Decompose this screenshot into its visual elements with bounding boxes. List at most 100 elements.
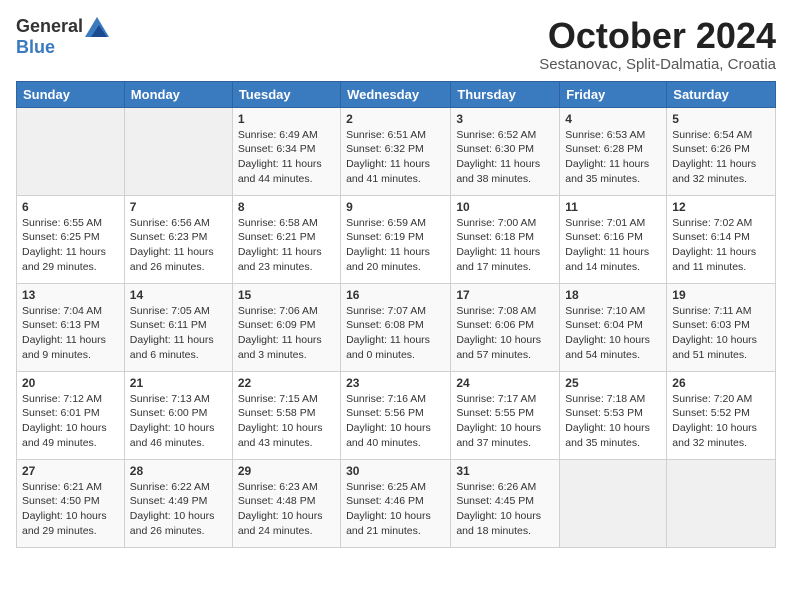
week-row-2: 6 Sunrise: 6:55 AMSunset: 6:25 PMDaylight… xyxy=(17,195,776,283)
day-number: 6 xyxy=(22,200,119,214)
col-monday: Monday xyxy=(124,81,232,107)
day-number: 20 xyxy=(22,376,119,390)
day-cell-4-2: 29 Sunrise: 6:23 AMSunset: 4:48 PMDayligh… xyxy=(232,459,340,547)
month-title: October 2024 xyxy=(539,16,776,56)
day-cell-0-6: 5 Sunrise: 6:54 AMSunset: 6:26 PMDaylight… xyxy=(667,107,776,195)
day-info: Sunrise: 7:10 AMSunset: 6:04 PMDaylight:… xyxy=(565,304,661,363)
day-cell-1-1: 7Sunrise: 6:56 AMSunset: 6:23 PMDaylight… xyxy=(124,195,232,283)
day-cell-2-1: 14 Sunrise: 7:05 AMSunset: 6:11 PMDayligh… xyxy=(124,283,232,371)
day-cell-4-1: 28Sunrise: 6:22 AMSunset: 4:49 PMDayligh… xyxy=(124,459,232,547)
day-cell-1-4: 10 Sunrise: 7:00 AMSunset: 6:18 PMDayligh… xyxy=(451,195,560,283)
day-cell-3-4: 24 Sunrise: 7:17 AMSunset: 5:55 PMDayligh… xyxy=(451,371,560,459)
day-info: Sunrise: 7:13 AMSunset: 6:00 PMDaylight:… xyxy=(130,392,227,451)
day-number: 4 xyxy=(565,112,661,126)
day-cell-3-0: 20 Sunrise: 7:12 AMSunset: 6:01 PMDayligh… xyxy=(17,371,125,459)
day-number: 22 xyxy=(238,376,335,390)
day-info: Sunrise: 7:20 AMSunset: 5:52 PMDaylight:… xyxy=(672,392,770,451)
day-info: Sunrise: 7:05 AMSunset: 6:11 PMDaylight:… xyxy=(130,304,227,363)
day-cell-0-4: 3Sunrise: 6:52 AMSunset: 6:30 PMDaylight… xyxy=(451,107,560,195)
day-number: 21 xyxy=(130,376,227,390)
logo-icon xyxy=(85,17,109,37)
day-cell-3-3: 23 Sunrise: 7:16 AMSunset: 5:56 PMDayligh… xyxy=(341,371,451,459)
day-info: Sunrise: 7:18 AMSunset: 5:53 PMDaylight:… xyxy=(565,392,661,451)
day-info: Sunrise: 6:55 AMSunset: 6:25 PMDaylight:… xyxy=(22,216,119,275)
day-cell-2-2: 15Sunrise: 7:06 AMSunset: 6:09 PMDayligh… xyxy=(232,283,340,371)
day-number: 3 xyxy=(456,112,554,126)
day-number: 11 xyxy=(565,200,661,214)
col-saturday: Saturday xyxy=(667,81,776,107)
day-number: 2 xyxy=(346,112,445,126)
col-tuesday: Tuesday xyxy=(232,81,340,107)
day-info: Sunrise: 7:04 AMSunset: 6:13 PMDaylight:… xyxy=(22,304,119,363)
day-info: Sunrise: 7:02 AMSunset: 6:14 PMDaylight:… xyxy=(672,216,770,275)
header: General Blue October 2024 Sestanovac, Sp… xyxy=(16,16,776,73)
day-number: 12 xyxy=(672,200,770,214)
week-row-4: 20 Sunrise: 7:12 AMSunset: 6:01 PMDayligh… xyxy=(17,371,776,459)
calendar-table: Sunday Monday Tuesday Wednesday Thursday… xyxy=(16,81,776,548)
day-cell-4-0: 27 Sunrise: 6:21 AMSunset: 4:50 PMDayligh… xyxy=(17,459,125,547)
location: Sestanovac, Split-Dalmatia, Croatia xyxy=(539,56,776,73)
col-friday: Friday xyxy=(560,81,667,107)
logo-blue-text: Blue xyxy=(16,37,55,58)
day-cell-1-5: 11 Sunrise: 7:01 AMSunset: 6:16 PMDayligh… xyxy=(560,195,667,283)
day-cell-3-2: 22 Sunrise: 7:15 AMSunset: 5:58 PMDayligh… xyxy=(232,371,340,459)
day-cell-0-0 xyxy=(17,107,125,195)
day-info: Sunrise: 7:07 AMSunset: 6:08 PMDaylight:… xyxy=(346,304,445,363)
day-number: 31 xyxy=(456,464,554,478)
day-info: Sunrise: 7:16 AMSunset: 5:56 PMDaylight:… xyxy=(346,392,445,451)
day-info: Sunrise: 6:58 AMSunset: 6:21 PMDaylight:… xyxy=(238,216,335,275)
col-wednesday: Wednesday xyxy=(341,81,451,107)
day-cell-2-4: 17Sunrise: 7:08 AMSunset: 6:06 PMDayligh… xyxy=(451,283,560,371)
day-info: Sunrise: 7:11 AMSunset: 6:03 PMDaylight:… xyxy=(672,304,770,363)
day-number: 29 xyxy=(238,464,335,478)
day-info: Sunrise: 6:22 AMSunset: 4:49 PMDaylight:… xyxy=(130,480,227,539)
day-info: Sunrise: 6:21 AMSunset: 4:50 PMDaylight:… xyxy=(22,480,119,539)
day-info: Sunrise: 7:15 AMSunset: 5:58 PMDaylight:… xyxy=(238,392,335,451)
day-info: Sunrise: 7:00 AMSunset: 6:18 PMDaylight:… xyxy=(456,216,554,275)
day-cell-4-3: 30Sunrise: 6:25 AMSunset: 4:46 PMDayligh… xyxy=(341,459,451,547)
day-cell-2-3: 16 Sunrise: 7:07 AMSunset: 6:08 PMDayligh… xyxy=(341,283,451,371)
day-number: 14 xyxy=(130,288,227,302)
day-cell-0-2: 1Sunrise: 6:49 AMSunset: 6:34 PMDaylight… xyxy=(232,107,340,195)
logo-general-text: General xyxy=(16,16,83,37)
day-cell-1-6: 12 Sunrise: 7:02 AMSunset: 6:14 PMDayligh… xyxy=(667,195,776,283)
day-number: 9 xyxy=(346,200,445,214)
day-number: 19 xyxy=(672,288,770,302)
day-cell-1-0: 6 Sunrise: 6:55 AMSunset: 6:25 PMDaylight… xyxy=(17,195,125,283)
day-number: 1 xyxy=(238,112,335,126)
day-cell-0-3: 2Sunrise: 6:51 AMSunset: 6:32 PMDaylight… xyxy=(341,107,451,195)
day-cell-3-5: 25 Sunrise: 7:18 AMSunset: 5:53 PMDayligh… xyxy=(560,371,667,459)
logo: General Blue xyxy=(16,16,109,58)
day-number: 16 xyxy=(346,288,445,302)
calendar-container: General Blue October 2024 Sestanovac, Sp… xyxy=(0,0,792,558)
day-cell-3-6: 26Sunrise: 7:20 AMSunset: 5:52 PMDayligh… xyxy=(667,371,776,459)
day-info: Sunrise: 7:12 AMSunset: 6:01 PMDaylight:… xyxy=(22,392,119,451)
day-number: 8 xyxy=(238,200,335,214)
day-number: 23 xyxy=(346,376,445,390)
day-number: 18 xyxy=(565,288,661,302)
day-info: Sunrise: 6:26 AMSunset: 4:45 PMDaylight:… xyxy=(456,480,554,539)
day-cell-0-5: 4Sunrise: 6:53 AMSunset: 6:28 PMDaylight… xyxy=(560,107,667,195)
day-cell-1-3: 9Sunrise: 6:59 AMSunset: 6:19 PMDaylight… xyxy=(341,195,451,283)
day-number: 5 xyxy=(672,112,770,126)
day-cell-4-5 xyxy=(560,459,667,547)
day-number: 17 xyxy=(456,288,554,302)
day-cell-2-5: 18 Sunrise: 7:10 AMSunset: 6:04 PMDayligh… xyxy=(560,283,667,371)
col-sunday: Sunday xyxy=(17,81,125,107)
day-cell-4-4: 31 Sunrise: 6:26 AMSunset: 4:45 PMDayligh… xyxy=(451,459,560,547)
day-info: Sunrise: 6:23 AMSunset: 4:48 PMDaylight:… xyxy=(238,480,335,539)
day-number: 25 xyxy=(565,376,661,390)
day-cell-4-6 xyxy=(667,459,776,547)
day-info: Sunrise: 6:54 AMSunset: 6:26 PMDaylight:… xyxy=(672,128,770,187)
day-cell-2-6: 19 Sunrise: 7:11 AMSunset: 6:03 PMDayligh… xyxy=(667,283,776,371)
day-number: 27 xyxy=(22,464,119,478)
day-info: Sunrise: 7:01 AMSunset: 6:16 PMDaylight:… xyxy=(565,216,661,275)
day-number: 10 xyxy=(456,200,554,214)
day-info: Sunrise: 6:25 AMSunset: 4:46 PMDaylight:… xyxy=(346,480,445,539)
day-number: 24 xyxy=(456,376,554,390)
day-cell-2-0: 13Sunrise: 7:04 AMSunset: 6:13 PMDayligh… xyxy=(17,283,125,371)
week-row-3: 13Sunrise: 7:04 AMSunset: 6:13 PMDayligh… xyxy=(17,283,776,371)
day-info: Sunrise: 7:17 AMSunset: 5:55 PMDaylight:… xyxy=(456,392,554,451)
day-info: Sunrise: 7:06 AMSunset: 6:09 PMDaylight:… xyxy=(238,304,335,363)
week-row-1: 1Sunrise: 6:49 AMSunset: 6:34 PMDaylight… xyxy=(17,107,776,195)
